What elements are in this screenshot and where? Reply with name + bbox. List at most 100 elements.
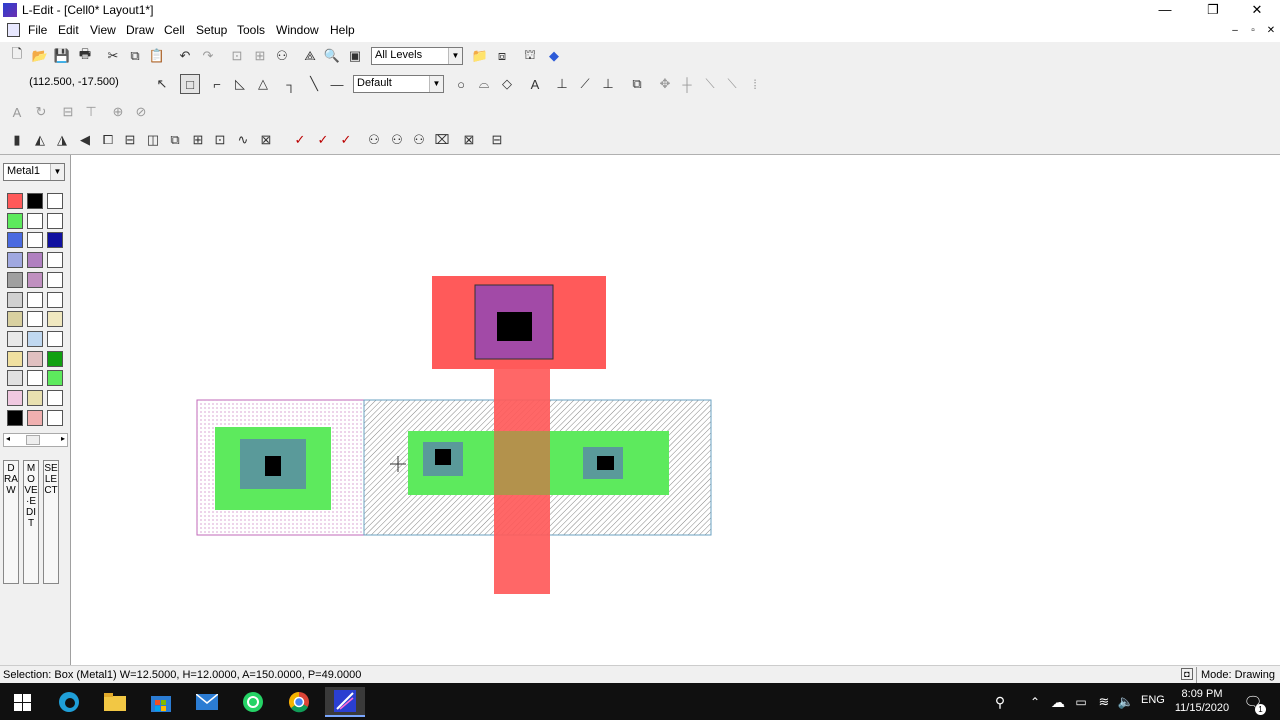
run-sdl-icon[interactable]: ⊠	[459, 130, 479, 150]
scroll-right-icon[interactable]: ▸	[61, 434, 65, 443]
find-errors-icon[interactable]: ⚇	[364, 130, 384, 150]
document-icon[interactable]	[7, 23, 20, 37]
open-folder-icon[interactable]: 📂	[30, 46, 50, 66]
layer-swatch[interactable]	[7, 409, 23, 426]
layer-swatch[interactable]	[7, 252, 23, 269]
left-contact[interactable]	[265, 456, 281, 476]
layer-swatch[interactable]	[27, 409, 43, 426]
cut-icon[interactable]: ✂	[103, 46, 123, 66]
layer-swatch[interactable]	[7, 330, 23, 347]
print-icon[interactable]: 🖶	[75, 46, 95, 66]
45-wire-icon[interactable]: ╲	[304, 74, 324, 94]
layer-select[interactable]: Metal1 ▼	[3, 163, 65, 181]
menu-file[interactable]: File	[28, 23, 47, 37]
drc-view-icon[interactable]: ✓	[336, 130, 356, 150]
windows-start-icon[interactable]	[2, 687, 42, 717]
text-tool-icon[interactable]: A	[7, 102, 27, 122]
merge-icon[interactable]: ⊕	[108, 102, 128, 122]
poly-contact[interactable]	[497, 312, 532, 341]
extract-icon[interactable]: ⊟	[487, 130, 507, 150]
scroll-thumb[interactable]	[26, 435, 40, 445]
align-icon[interactable]: ⊟	[58, 102, 78, 122]
layer-swatch[interactable]	[27, 311, 43, 328]
layer-swatch[interactable]	[7, 370, 23, 387]
layer-swatch[interactable]	[27, 330, 43, 347]
slice-objects-icon[interactable]: ∿	[233, 130, 253, 150]
zoom-box-icon[interactable]: ⊡	[227, 46, 247, 66]
layer-swatch[interactable]	[47, 350, 63, 367]
menu-tools[interactable]: Tools	[237, 23, 265, 37]
layer-swatch[interactable]	[7, 291, 23, 308]
duplicate-icon[interactable]: ◫	[143, 130, 163, 150]
layout-drawing[interactable]	[72, 155, 1280, 665]
node-icon[interactable]: ✥	[655, 74, 675, 94]
layer-swatch[interactable]	[27, 350, 43, 367]
layer-swatch[interactable]	[47, 193, 63, 209]
layer-swatch[interactable]	[7, 390, 23, 406]
layers-icon[interactable]: ▣	[345, 46, 365, 66]
drc-box-icon[interactable]: ✓	[313, 130, 333, 150]
palette-scrollbar[interactable]: ◂ ▸	[3, 433, 68, 447]
layer-swatch[interactable]	[47, 370, 63, 387]
layer-3d-icon[interactable]: ◆	[544, 46, 564, 66]
torus-icon[interactable]: ◇	[497, 74, 517, 94]
redo-icon[interactable]: ↷	[198, 46, 218, 66]
layer-swatch[interactable]	[47, 271, 63, 288]
layer-swatch[interactable]	[7, 193, 23, 209]
menu-setup[interactable]: Setup	[196, 23, 227, 37]
menu-cell[interactable]: Cell	[164, 23, 185, 37]
layer-swatch[interactable]	[47, 311, 63, 328]
all-angle-polygon-icon[interactable]: △	[253, 74, 273, 94]
minimize-button[interactable]: —	[1142, 0, 1188, 21]
pie-wedge-icon[interactable]: ⌓	[474, 74, 494, 94]
boolean-icon[interactable]: ⊞	[188, 130, 208, 150]
polygon-tool-icon[interactable]: ⌐	[207, 74, 227, 94]
layer-swatch[interactable]	[27, 291, 43, 308]
volume-icon[interactable]: 🔈	[1115, 687, 1137, 717]
flip-horizontal-icon[interactable]: ◭	[30, 130, 50, 150]
layer-swatch[interactable]	[27, 370, 43, 387]
zoom-fit-icon[interactable]: ⊞	[250, 46, 270, 66]
layer-swatch[interactable]	[27, 212, 43, 229]
mdi-minimize-button[interactable]: –	[1228, 25, 1242, 37]
file-explorer-icon[interactable]	[95, 687, 135, 717]
find-icon[interactable]: 🔍	[322, 46, 342, 66]
wifi-icon[interactable]: ≋	[1093, 687, 1115, 717]
restore-button[interactable]: ❐	[1190, 0, 1236, 21]
grow-icon[interactable]: ⊠	[256, 130, 276, 150]
show-hidden-icons[interactable]: ⌃	[1024, 687, 1046, 717]
orthogonal-wire-icon[interactable]: ┐	[281, 74, 301, 94]
binoculars-icon[interactable]: ⚇	[272, 46, 292, 66]
scroll-left-icon[interactable]: ◂	[6, 434, 10, 443]
language-indicator[interactable]: ENG	[1141, 694, 1165, 706]
menu-view[interactable]: View	[90, 23, 116, 37]
layer-swatch[interactable]	[47, 291, 63, 308]
layer-swatch[interactable]	[7, 311, 23, 328]
drc-icon[interactable]: ✓	[290, 130, 310, 150]
layer-swatch[interactable]	[47, 232, 63, 249]
layer-swatch[interactable]	[27, 252, 43, 269]
close-button[interactable]: ✕	[1234, 0, 1280, 21]
gate-overlap[interactable]	[494, 431, 550, 495]
mail-icon[interactable]	[187, 687, 227, 717]
ungroup-icon[interactable]: ⊟	[120, 130, 140, 150]
layer-swatch[interactable]	[47, 330, 63, 347]
45-polygon-icon[interactable]: ◺	[230, 74, 250, 94]
menu-edit[interactable]: Edit	[58, 23, 79, 37]
people-icon[interactable]: ⚲	[985, 687, 1015, 717]
layer-swatch[interactable]	[47, 212, 63, 229]
levels-select[interactable]: All Levels ▼	[371, 47, 463, 65]
next-error-icon[interactable]: ⚇	[387, 130, 407, 150]
layer-swatch[interactable]	[47, 390, 63, 406]
ruler-45-icon[interactable]: ⟋	[575, 74, 595, 94]
system-clock[interactable]: 8:09 PM 11/15/2020	[1172, 687, 1232, 715]
chrome-icon[interactable]	[279, 687, 319, 717]
onedrive-cloud-icon[interactable]: ☁	[1047, 687, 1069, 717]
distribute-icon[interactable]: ⊤	[81, 102, 101, 122]
layout-canvas[interactable]	[72, 155, 1280, 665]
menu-window[interactable]: Window	[276, 23, 319, 37]
layer-swatch[interactable]	[27, 193, 43, 209]
rotate-icon[interactable]: ◀	[75, 130, 95, 150]
ruler-icon[interactable]: ⊥	[552, 74, 572, 94]
battery-icon[interactable]: ▭	[1070, 687, 1092, 717]
